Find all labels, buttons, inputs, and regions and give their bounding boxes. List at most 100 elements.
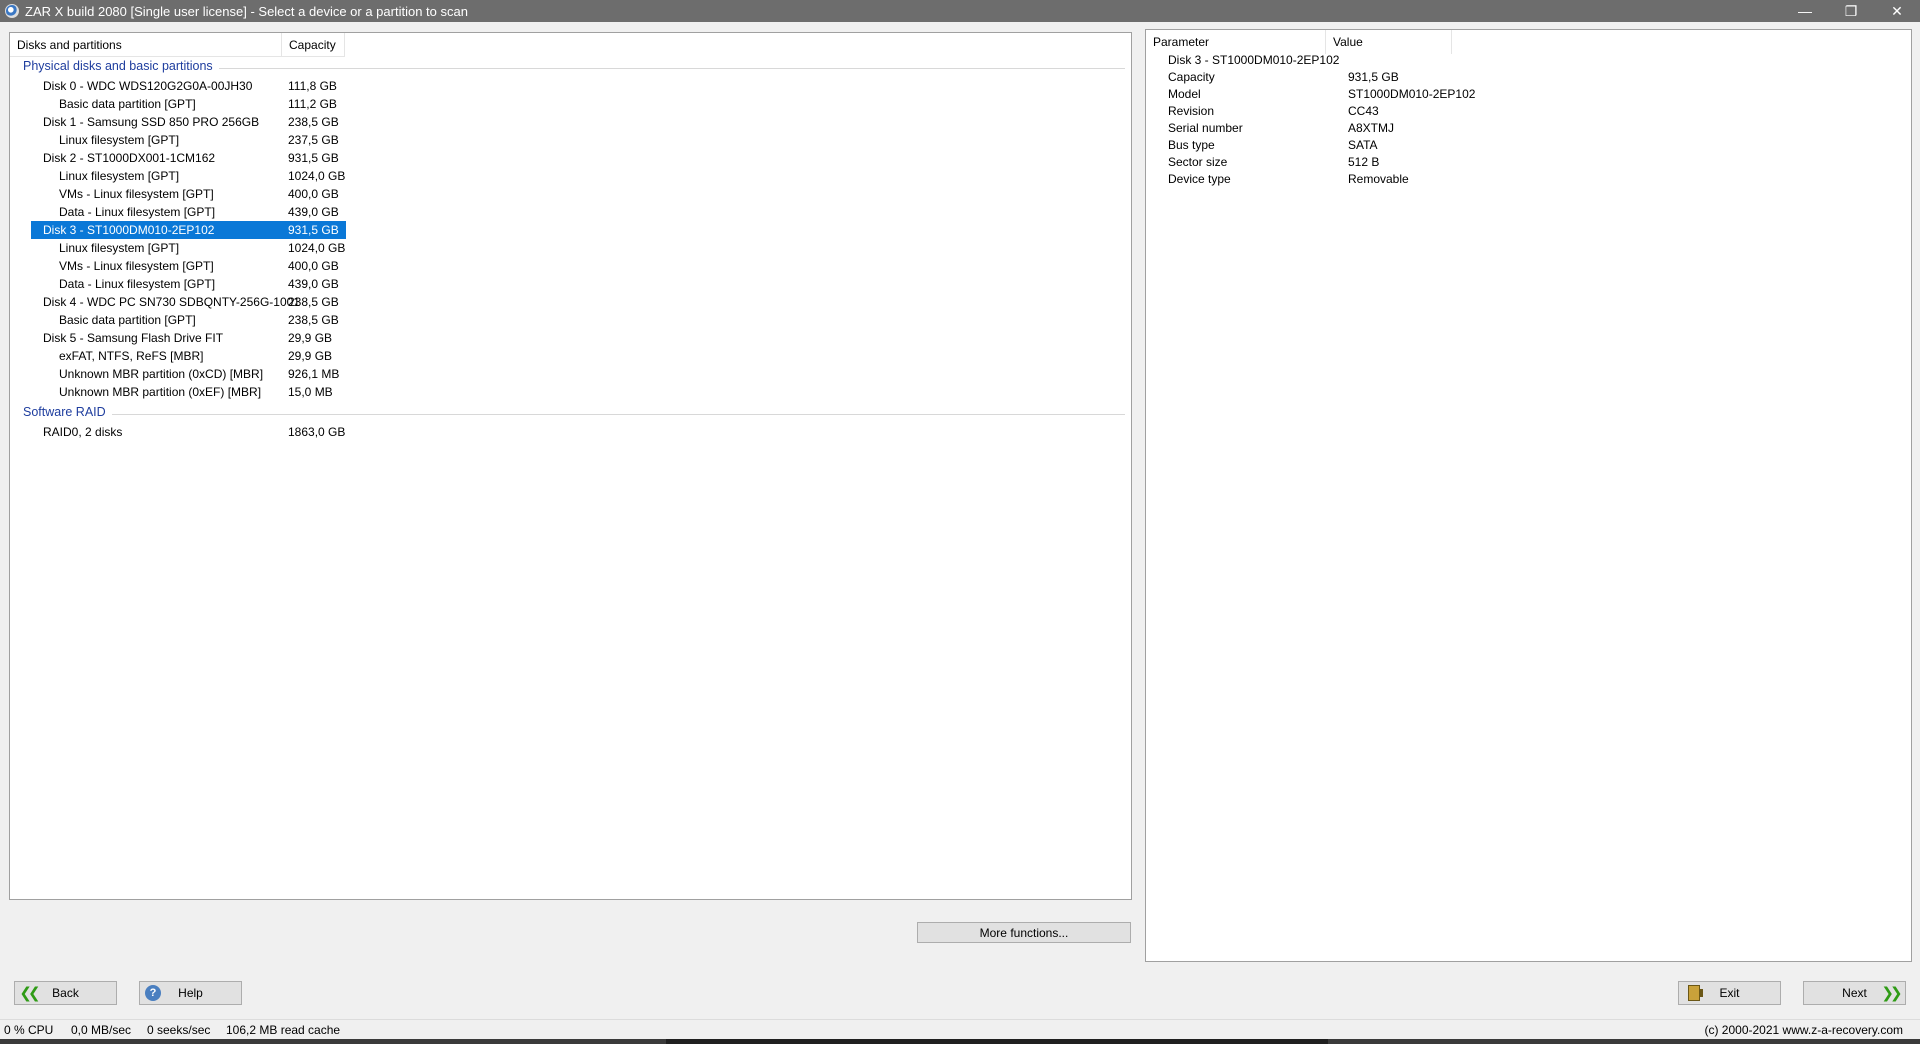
partition-row[interactable]: Linux filesystem [GPT] 1024,0 GB: [31, 239, 346, 257]
exit-button[interactable]: Exit: [1678, 981, 1781, 1005]
column-header-capacity[interactable]: Capacity: [282, 33, 345, 57]
row-capacity: 439,0 GB: [288, 277, 339, 291]
taskbar-segment: [0, 1039, 666, 1044]
group-header: Software RAID: [10, 405, 1125, 423]
column-header-value[interactable]: Value: [1326, 30, 1452, 54]
row-capacity: 237,5 GB: [288, 133, 339, 147]
disk-row[interactable]: RAID0, 2 disks 1863,0 GB: [31, 423, 346, 441]
row-capacity: 1024,0 GB: [288, 169, 346, 183]
row-name: exFAT, NTFS, ReFS [MBR]: [59, 349, 204, 363]
row-capacity: 439,0 GB: [288, 205, 339, 219]
row-capacity: 238,5 GB: [288, 115, 339, 129]
row-name: VMs - Linux filesystem [GPT]: [59, 187, 214, 201]
row-capacity: 1024,0 GB: [288, 241, 346, 255]
disk-row[interactable]: Disk 3 - ST1000DM010-2EP102 931,5 GB: [31, 221, 346, 239]
close-button[interactable]: ✕: [1874, 0, 1920, 22]
taskbar-edge: [0, 1039, 1920, 1044]
minimize-button[interactable]: —: [1782, 0, 1828, 22]
row-name: RAID0, 2 disks: [43, 425, 123, 439]
parameter-value: 512 B: [1348, 155, 1380, 169]
details-header: Parameter Value: [1146, 30, 1452, 54]
group-divider: [23, 414, 1125, 415]
parameter-name: Bus type: [1168, 138, 1215, 152]
back-chevron-icon: ❮❮: [19, 984, 40, 1002]
row-capacity: 238,5 GB: [288, 295, 339, 309]
partition-row[interactable]: VMs - Linux filesystem [GPT] 400,0 GB: [31, 185, 346, 203]
parameter-row: Serial number A8XTMJ: [1146, 120, 1746, 137]
details-panel: Parameter Value Disk 3 - ST1000DM010-2EP…: [1145, 29, 1912, 962]
row-name: Linux filesystem [GPT]: [59, 133, 180, 147]
partition-row[interactable]: Linux filesystem [GPT] 237,5 GB: [31, 131, 346, 149]
disk-row[interactable]: Disk 4 - WDC PC SN730 SDBQNTY-256G-1001 2…: [31, 293, 346, 311]
parameter-row: Capacity 931,5 GB: [1146, 69, 1746, 86]
row-capacity: 29,9 GB: [288, 331, 333, 345]
parameter-name: Serial number: [1168, 121, 1243, 135]
window-controls: — ❐ ✕: [1782, 0, 1920, 22]
partition-row[interactable]: Data - Linux filesystem [GPT] 439,0 GB: [31, 275, 346, 293]
row-name: Linux filesystem [GPT]: [59, 169, 180, 183]
help-button[interactable]: ? Help: [139, 981, 242, 1005]
parameter-name: Model: [1168, 87, 1201, 101]
restore-button[interactable]: ❐: [1828, 0, 1874, 22]
row-name: Basic data partition [GPT]: [59, 97, 196, 111]
next-button[interactable]: Next ❯❯: [1803, 981, 1906, 1005]
close-icon: ✕: [1891, 2, 1903, 19]
column-header-parameter[interactable]: Parameter: [1146, 30, 1326, 54]
partition-row[interactable]: Unknown MBR partition (0xEF) [MBR] 15,0 M…: [31, 383, 346, 401]
row-name: Disk 4 - WDC PC SN730 SDBQNTY-256G-1001: [43, 295, 300, 309]
status-bar: 0 % CPU 0,0 MB/sec 0 seeks/sec 106,2 MB …: [0, 1019, 1920, 1039]
disk-row[interactable]: Disk 1 - Samsung SSD 850 PRO 256GB 238,5 …: [31, 113, 346, 131]
help-label: Help: [178, 986, 203, 1000]
parameter-row: Device type Removable: [1146, 171, 1746, 188]
column-header-disks[interactable]: Disks and partitions: [10, 33, 282, 57]
disk-row[interactable]: Disk 0 - WDC WDS120G2G0A-00JH30 111,8 GB: [31, 77, 346, 95]
more-functions-button[interactable]: More functions...: [917, 922, 1131, 943]
partition-row[interactable]: Data - Linux filesystem [GPT] 439,0 GB: [31, 203, 346, 221]
back-button[interactable]: ❮❮ Back: [14, 981, 117, 1005]
row-name: Disk 2 - ST1000DX001-1CM162: [43, 151, 216, 165]
partition-row[interactable]: Linux filesystem [GPT] 1024,0 GB: [31, 167, 346, 185]
status-rate: 0,0 MB/sec: [71, 1023, 132, 1037]
row-capacity: 1863,0 GB: [288, 425, 346, 439]
help-icon: ?: [144, 984, 162, 1002]
disk-row[interactable]: Disk 2 - ST1000DX001-1CM162 931,5 GB: [31, 149, 346, 167]
partition-row[interactable]: exFAT, NTFS, ReFS [MBR] 29,9 GB: [31, 347, 346, 365]
group-label: Software RAID: [23, 405, 112, 419]
row-name: Unknown MBR partition (0xEF) [MBR]: [59, 385, 262, 399]
window-title: ZAR X build 2080 [Single user license] -…: [25, 3, 468, 19]
minimize-icon: —: [1798, 3, 1812, 19]
disks-tree-panel[interactable]: Disks and partitions Capacity Physical d…: [9, 32, 1132, 900]
row-capacity: 931,5 GB: [288, 223, 339, 237]
taskbar-segment: [1328, 1039, 1920, 1044]
row-capacity: 29,9 GB: [288, 349, 333, 363]
group-label: Physical disks and basic partitions: [23, 59, 219, 73]
row-name: Disk 3 - ST1000DM010-2EP102: [43, 223, 215, 237]
row-name: Disk 1 - Samsung SSD 850 PRO 256GB: [43, 115, 260, 129]
row-name: Unknown MBR partition (0xCD) [MBR]: [59, 367, 264, 381]
row-capacity: 238,5 GB: [288, 313, 339, 327]
status-seeks: 0 seeks/sec: [147, 1023, 211, 1037]
row-capacity: 926,1 MB: [288, 367, 340, 381]
status-cpu: 0 % CPU: [4, 1023, 54, 1037]
row-capacity: 400,0 GB: [288, 187, 339, 201]
partition-row[interactable]: Basic data partition [GPT] 238,5 GB: [31, 311, 346, 329]
tree-header: Disks and partitions Capacity: [10, 33, 345, 57]
parameter-row: Bus type SATA: [1146, 137, 1746, 154]
row-name: VMs - Linux filesystem [GPT]: [59, 259, 214, 273]
row-name: Basic data partition [GPT]: [59, 313, 196, 327]
more-functions-label: More functions...: [979, 925, 1069, 940]
status-cache: 106,2 MB read cache: [226, 1023, 341, 1037]
title-bar: ZAR X build 2080 [Single user license] -…: [0, 0, 1920, 22]
partition-row[interactable]: Unknown MBR partition (0xCD) [MBR] 926,1 …: [31, 365, 346, 383]
parameter-value: Removable: [1348, 172, 1409, 186]
row-capacity: 400,0 GB: [288, 259, 339, 273]
details-heading-text: Disk 3 - ST1000DM010-2EP102: [1168, 53, 1340, 67]
row-name: Disk 5 - Samsung Flash Drive FIT: [43, 331, 224, 345]
partition-row[interactable]: Basic data partition [GPT] 111,2 GB: [31, 95, 346, 113]
status-copyright: (c) 2000-2021 www.z-a-recovery.com: [1704, 1023, 1903, 1037]
restore-icon: ❐: [1844, 2, 1858, 19]
disk-row[interactable]: Disk 5 - Samsung Flash Drive FIT 29,9 GB: [31, 329, 346, 347]
row-capacity: 15,0 MB: [288, 385, 333, 399]
partition-row[interactable]: VMs - Linux filesystem [GPT] 400,0 GB: [31, 257, 346, 275]
parameter-value: CC43: [1348, 104, 1379, 118]
